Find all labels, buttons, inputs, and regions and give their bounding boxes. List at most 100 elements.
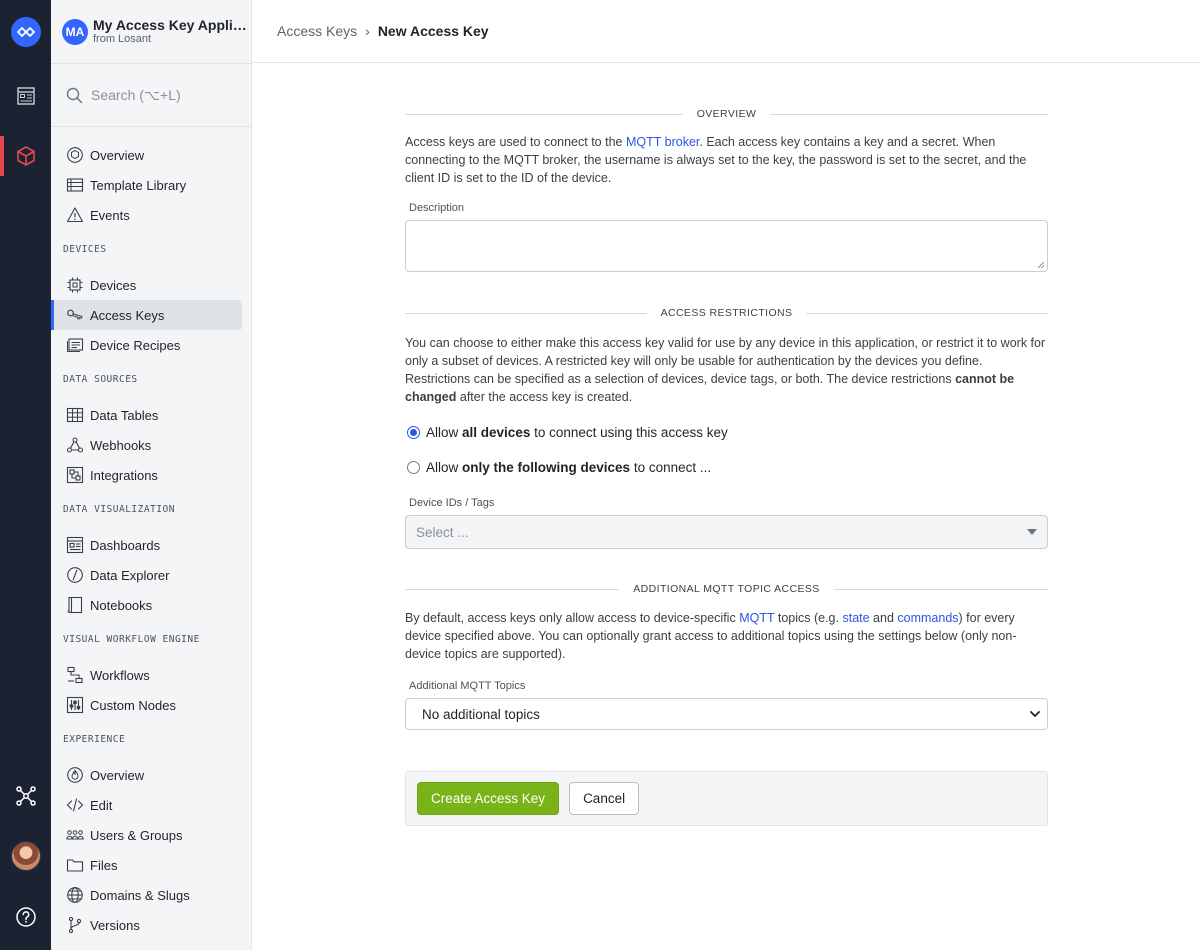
overview-divider: OVERVIEW (405, 100, 1048, 128)
avatar (10, 841, 41, 871)
webhook-icon (66, 436, 84, 454)
breadcrumb-access-keys-link[interactable]: Access Keys (277, 23, 357, 39)
dashboard-icon (66, 536, 84, 554)
radio-following-devices[interactable]: Allow only the following devices to conn… (405, 457, 1048, 477)
sidebar-item-notebooks[interactable]: Notebooks (51, 590, 242, 620)
sidebar-item-label: Integrations (90, 467, 158, 483)
sidebar-item-label: Data Explorer (90, 567, 170, 583)
section-data-sources: DATA SOURCES (63, 374, 138, 385)
losant-logo[interactable] (0, 12, 51, 52)
mqtt-text-part: By default, access keys only allow acces… (405, 611, 740, 625)
search-placeholder: Search (⌥+L) (91, 86, 181, 103)
dashboards-rail-button[interactable] (0, 76, 51, 116)
app-badge: MA (62, 18, 88, 45)
app-rail (0, 0, 51, 950)
applications-rail-button[interactable] (0, 136, 51, 176)
users-icon (66, 826, 84, 844)
dashboard-rail-icon (16, 87, 35, 105)
overview-icon (66, 146, 84, 164)
sidebar-item-device-recipes[interactable]: Device Recipes (51, 330, 242, 360)
sidebar-item-users-groups[interactable]: Users & Groups (51, 820, 242, 850)
radio-label-part: to connect using this access key (534, 424, 728, 440)
mqtt-text-part: topics (e.g. (774, 611, 843, 625)
sidebar-item-label: Files (90, 857, 118, 873)
sidebar-item-webhooks[interactable]: Webhooks (51, 430, 242, 460)
losant-logo-icon (10, 17, 41, 47)
breadcrumb-separator: › (365, 23, 370, 39)
mqtt-text: By default, access keys only allow acces… (405, 609, 1048, 663)
help-icon (15, 907, 36, 927)
sidebar-item-access-keys[interactable]: Access Keys (51, 300, 242, 330)
mqtt-topics-select[interactable]: No additional topics (405, 698, 1048, 730)
radio-all-devices-input[interactable] (407, 425, 420, 439)
sidebar-item-data-tables[interactable]: Data Tables (51, 400, 242, 430)
mqtt-divider: ADDITIONAL MQTT TOPIC ACCESS (405, 575, 1048, 603)
sidebar-item-label: Webhooks (90, 437, 152, 453)
sidebar-item-dashboards[interactable]: Dashboards (51, 530, 242, 560)
radio-label-part: Allow (426, 459, 459, 475)
sidebar-item-label: Workflows (90, 667, 150, 683)
sidebar-item-custom-nodes[interactable]: Custom Nodes (51, 690, 242, 720)
workflow-icon (66, 666, 84, 684)
commands-link[interactable]: commands (897, 611, 958, 625)
description-field[interactable] (405, 220, 1048, 272)
notebook-icon (66, 596, 84, 614)
warning-icon (66, 206, 84, 224)
mqtt-heading: ADDITIONAL MQTT TOPIC ACCESS (619, 583, 834, 595)
mqtt-text-part: and (869, 611, 898, 625)
mqtt-broker-link[interactable]: MQTT broker (626, 135, 699, 149)
search-icon (66, 87, 83, 103)
section-visual-workflow-engine: VISUAL WORKFLOW ENGINE (63, 634, 200, 645)
sidebar-item-workflows[interactable]: Workflows (51, 660, 242, 690)
mqtt-topics-label: Additional MQTT Topics (409, 680, 526, 692)
help-rail-button[interactable] (0, 897, 51, 937)
sidebar-item-data-explorer[interactable]: Data Explorer (51, 560, 242, 590)
app-title: My Access Key Application (93, 17, 249, 34)
sidebar-item-label: Domains & Slugs (90, 887, 190, 903)
sidebar-item-domains-slugs[interactable]: Domains & Slugs (51, 880, 242, 910)
radio-following-devices-input[interactable] (407, 460, 420, 474)
sidebar-item-experience-overview[interactable]: Overview (51, 760, 242, 790)
cancel-button[interactable]: Cancel (569, 782, 640, 815)
sidebar-item-events[interactable]: Events (51, 200, 242, 230)
sidebar-item-devices[interactable]: Devices (51, 270, 242, 300)
app-switcher[interactable]: MA My Access Key Application from Losant (51, 0, 251, 63)
integration-icon (66, 466, 84, 484)
sidebar-item-label: Users & Groups (90, 827, 183, 843)
mqtt-link[interactable]: MQTT (739, 611, 774, 625)
globe-icon (66, 886, 84, 904)
sidebar-item-label: Versions (90, 917, 140, 933)
access-restrictions-heading: ACCESS RESTRICTIONS (646, 307, 807, 319)
sidebar-item-label: Devices (90, 277, 137, 293)
mqtt-topics-value: No additional topics (422, 706, 540, 722)
access-restrictions-text: You can choose to either make this acces… (405, 334, 1048, 406)
chevron-down-icon (1030, 711, 1040, 717)
sidebar-item-label: Dashboards (90, 537, 161, 553)
search-input[interactable]: Search (⌥+L) (51, 63, 251, 127)
app-subtitle: from Losant (93, 33, 152, 46)
restrictions-text-part: You can choose to either make this acces… (405, 336, 1046, 386)
state-link[interactable]: state (842, 611, 869, 625)
section-experience: EXPERIENCE (63, 734, 126, 745)
code-icon (66, 796, 84, 814)
network-icon (15, 786, 36, 806)
device-ids-select[interactable]: Select ... (405, 515, 1048, 549)
sidebar-item-template-library[interactable]: Template Library (51, 170, 242, 200)
radio-all-devices[interactable]: Allow all devices to connect using this … (405, 422, 1048, 442)
organizations-rail-button[interactable] (0, 776, 51, 816)
sidebar-item-versions[interactable]: Versions (51, 910, 242, 940)
resize-handle-icon (1037, 261, 1045, 269)
chip-icon (66, 276, 84, 294)
description-label: Description (409, 202, 465, 214)
radio-label-bold: only the following devices (462, 459, 631, 475)
flame-icon (66, 766, 84, 784)
sidebar-item-integrations[interactable]: Integrations (51, 460, 242, 490)
device-ids-placeholder: Select ... (416, 524, 469, 540)
sidebar-item-overview[interactable]: Overview (51, 140, 242, 170)
sidebar-item-edit[interactable]: Edit (51, 790, 242, 820)
sidebar-item-label: Device Recipes (90, 337, 181, 353)
create-access-key-button[interactable]: Create Access Key (417, 782, 560, 815)
key-icon (66, 306, 84, 324)
sidebar-item-files[interactable]: Files (51, 850, 242, 880)
user-avatar-button[interactable] (0, 836, 51, 876)
